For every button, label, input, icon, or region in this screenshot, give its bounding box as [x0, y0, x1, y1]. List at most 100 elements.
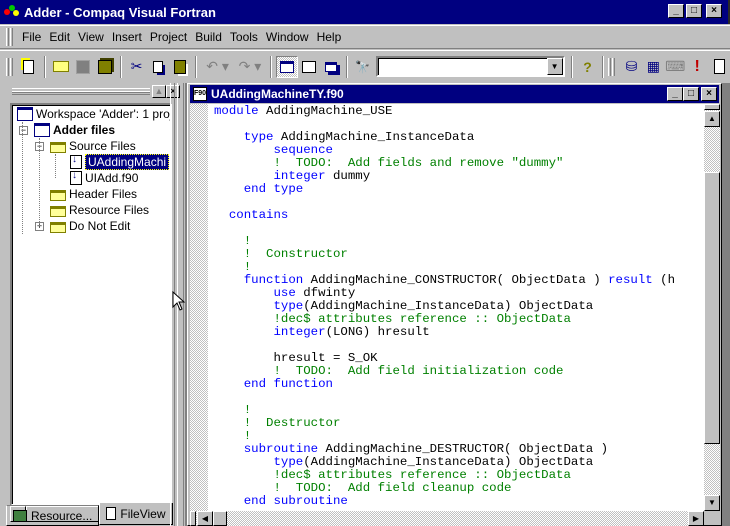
code-line[interactable]: [214, 222, 675, 235]
stop-build-button[interactable]: ⌨: [664, 56, 686, 78]
copy-button[interactable]: [148, 56, 170, 78]
editor-horizontal-scrollbar[interactable]: ◀ ▶: [190, 511, 704, 526]
compile-button[interactable]: ⛁: [620, 56, 642, 78]
cut-button[interactable]: ✂: [126, 56, 148, 78]
code-line[interactable]: end function: [214, 378, 675, 391]
horizontal-scroll-thumb[interactable]: [213, 511, 227, 526]
tree-item[interactable]: Do Not Edit: [50, 218, 130, 234]
folder-open-icon: [50, 141, 66, 153]
document-maximize-button[interactable]: □: [683, 87, 699, 101]
workspace-toggle-button[interactable]: [276, 55, 299, 78]
menubar-grip[interactable]: [6, 28, 14, 46]
code-line[interactable]: integer(LONG) hresult: [214, 326, 675, 339]
code-line[interactable]: ! Destructor: [214, 417, 675, 430]
editor-vertical-scrollbar[interactable]: ▲ ▼: [704, 104, 720, 511]
find-combo-dropdown-button[interactable]: ▼: [546, 58, 563, 75]
exclamation-icon: !: [694, 57, 700, 75]
open-button[interactable]: [50, 56, 72, 78]
split-box[interactable]: [190, 511, 196, 526]
code-line[interactable]: [214, 391, 675, 404]
build-button[interactable]: ▦: [642, 56, 664, 78]
code-line[interactable]: ! Constructor: [214, 248, 675, 261]
menu-window[interactable]: Window: [262, 30, 313, 44]
code-document-window: F90 UAddingMachineTY.f90 _ □ × module Ad…: [187, 83, 722, 526]
panel-grip[interactable]: [12, 88, 150, 95]
document-button[interactable]: [708, 56, 730, 78]
scroll-down-button[interactable]: ▼: [704, 495, 720, 511]
menu-insert[interactable]: Insert: [108, 30, 146, 44]
execute-button[interactable]: !: [686, 56, 708, 78]
search-help-button[interactable]: ?: [577, 56, 599, 78]
menu-edit[interactable]: Edit: [45, 30, 74, 44]
menu-view[interactable]: View: [74, 30, 108, 44]
selection-margin[interactable]: [190, 104, 208, 511]
menu-project[interactable]: Project: [146, 30, 191, 44]
standard-toolbar: ✂ ↶ ▾ ↷ ▾ 🔭 ▼ ? ⛁ ▦ ⌨ !: [0, 50, 730, 82]
code-keyword: type: [243, 130, 274, 144]
redo-button[interactable]: ↷ ▾: [234, 56, 266, 78]
minimize-button[interactable]: _: [668, 4, 684, 18]
tree-item[interactable]: Resource Files: [50, 202, 149, 218]
document-minimize-button[interactable]: _: [667, 87, 683, 101]
paste-button[interactable]: [169, 56, 191, 78]
menu-tools[interactable]: Tools: [226, 30, 262, 44]
window-list-button[interactable]: [320, 56, 342, 78]
menu-file[interactable]: File: [18, 30, 45, 44]
tree-item-label: Resource Files: [69, 203, 150, 217]
collapse-toggle[interactable]: −: [19, 126, 28, 135]
code-token: AddingMachine_InstanceData: [273, 130, 475, 144]
document-title-bar[interactable]: F90 UAddingMachineTY.f90 _ □ ×: [190, 85, 719, 103]
code-keyword: subroutine: [243, 442, 319, 456]
output-toggle-button[interactable]: [298, 56, 320, 78]
code-text[interactable]: module AddingMachine_USE type AddingMach…: [214, 105, 675, 508]
toolbar-grip[interactable]: [6, 57, 14, 76]
vertical-scroll-thumb[interactable]: [704, 172, 720, 444]
build-toolbar-grip[interactable]: [608, 57, 616, 76]
code-token: hresult = S_OK: [214, 351, 378, 365]
tree-item[interactable]: Adder files: [34, 122, 115, 138]
code-editor[interactable]: module AddingMachine_USE type AddingMach…: [190, 104, 704, 511]
document-close-button[interactable]: ×: [701, 87, 717, 101]
save-button[interactable]: [72, 56, 94, 78]
tab-resource-view[interactable]: Resource...: [6, 505, 100, 526]
split-box[interactable]: [704, 104, 720, 110]
code-line[interactable]: module AddingMachine_USE: [214, 105, 675, 118]
scroll-left-button[interactable]: ◀: [197, 511, 213, 526]
maximize-button[interactable]: □: [686, 4, 702, 18]
code-line[interactable]: end type: [214, 183, 675, 196]
toolbar-separator: [195, 55, 198, 78]
undo-button[interactable]: ↶ ▾: [201, 56, 233, 78]
tree-item[interactable]: Header Files: [50, 186, 137, 202]
compaq-fortran-icon: [4, 5, 20, 19]
workspace-panel: ▲ × Workspace 'Adder': 1 proje Adder file…: [0, 83, 182, 526]
window-title: Adder - Compaq Visual Fortran: [24, 4, 216, 20]
tree-item[interactable]: UAddingMachi: [70, 154, 170, 170]
code-line[interactable]: end subroutine: [214, 495, 675, 508]
scroll-up-button[interactable]: ▲: [704, 111, 720, 127]
tree-item[interactable]: UIAdd.f90: [70, 170, 138, 186]
tab-file-view[interactable]: FileView: [99, 503, 173, 525]
menu-build[interactable]: Build: [191, 30, 226, 44]
workspace-panel-header[interactable]: ▲ ×: [8, 85, 180, 99]
code-keyword: sequence: [273, 143, 334, 157]
new-text-file-button[interactable]: [18, 56, 40, 78]
tree-item[interactable]: Source Files: [50, 138, 136, 154]
close-button[interactable]: ×: [706, 4, 722, 18]
tree-item[interactable]: Workspace 'Adder': 1 proje: [17, 106, 170, 122]
code-keyword: integer: [273, 169, 326, 183]
save-all-button[interactable]: [94, 56, 116, 78]
menu-help[interactable]: Help: [313, 30, 346, 44]
panel-maximize-button[interactable]: ▲: [152, 85, 166, 98]
code-token: (AddingMachine_InstanceData) ObjectData: [303, 299, 594, 313]
find-combo[interactable]: ▼: [375, 56, 565, 77]
code-token: AddingMachine_DESTRUCTOR( ObjectData ): [318, 442, 609, 456]
toolbar-separator: [270, 55, 273, 78]
code-comment: !: [243, 234, 252, 248]
code-line[interactable]: contains: [214, 209, 675, 222]
scroll-right-button[interactable]: ▶: [688, 511, 704, 526]
find-in-files-button[interactable]: 🔭: [352, 56, 374, 78]
